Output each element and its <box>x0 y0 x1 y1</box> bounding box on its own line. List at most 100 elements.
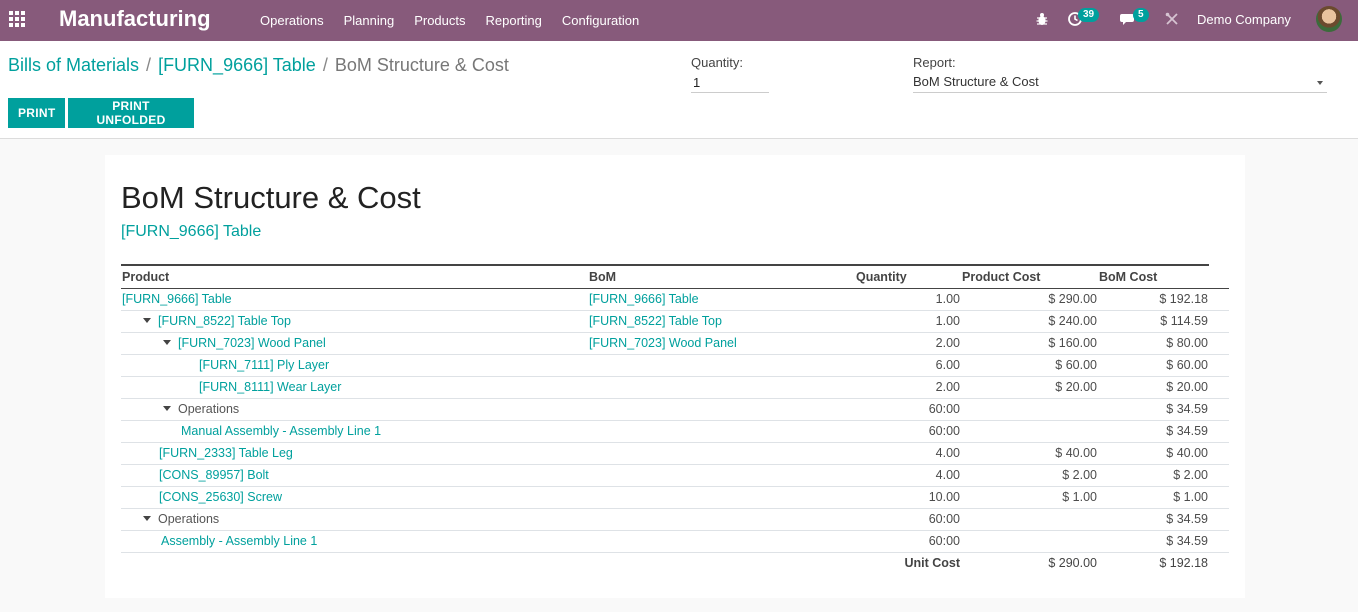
bom-cell <box>588 398 855 421</box>
product-cost-cell: $ 20.00 <box>961 376 1098 399</box>
product-link[interactable]: [FURN_8522] Table Top <box>158 314 291 328</box>
quantity-input[interactable] <box>691 73 769 93</box>
bom-cell <box>588 464 855 487</box>
collapse-caret-icon[interactable] <box>163 340 171 346</box>
column-header-quantity: Quantity <box>855 264 961 289</box>
bom-cost-cell: $ 2.00 <box>1098 464 1209 487</box>
collapse-caret-icon[interactable] <box>143 318 151 324</box>
bom-cell <box>588 530 855 553</box>
apps-menu-icon[interactable] <box>9 11 26 28</box>
breadcrumb-separator: / <box>322 55 328 75</box>
quantity-cell: 2.00 <box>855 332 961 355</box>
product-link[interactable]: [FURN_7111] Ply Layer <box>199 358 329 372</box>
quantity-cell: 2.00 <box>855 376 961 399</box>
breadcrumb-current: BoM Structure & Cost <box>334 55 509 75</box>
message-count-badge: 5 <box>1133 8 1149 22</box>
chevron-down-icon <box>1317 81 1323 85</box>
quantity-cell: 4.00 <box>855 464 961 487</box>
bom-cell <box>588 376 855 399</box>
table-row: [FURN_8522] Table Top [FURN_8522] Table … <box>121 310 1229 333</box>
product-cost-cell: $ 160.00 <box>961 332 1098 355</box>
bom-cell <box>588 354 855 377</box>
quantity-cell: 10.00 <box>855 486 961 509</box>
total-product-cost: $ 290.00 <box>961 551 1098 574</box>
table-row: Manual Assembly - Assembly Line 1 60:00 … <box>121 420 1229 443</box>
quantity-cell: 60:00 <box>855 508 961 531</box>
product-link[interactable]: [CONS_89957] Bolt <box>159 468 269 482</box>
print-button[interactable]: PRINT <box>8 98 65 128</box>
menu-operations[interactable]: Operations <box>250 0 334 41</box>
breadcrumb: Bills of Materials / [FURN_9666] Table /… <box>8 55 509 76</box>
app-brand[interactable]: Manufacturing <box>59 6 211 32</box>
bom-cell <box>588 420 855 443</box>
product-link[interactable]: [FURN_9666] Table <box>122 292 232 306</box>
table-row: Assembly - Assembly Line 1 60:00 $ 34.59 <box>121 530 1229 553</box>
operations-toggle[interactable]: Operations <box>178 402 239 416</box>
menu-products[interactable]: Products <box>404 0 475 41</box>
quantity-cell: 1.00 <box>855 288 961 311</box>
table-row: [FURN_7111] Ply Layer 6.00 $ 60.00 $ 60.… <box>121 354 1229 377</box>
bom-cost-cell: $ 192.18 <box>1098 288 1209 311</box>
bom-cost-cell: $ 114.59 <box>1098 310 1209 333</box>
print-unfolded-button[interactable]: PRINT UNFOLDED <box>68 98 194 128</box>
activity-count-badge: 39 <box>1078 8 1100 22</box>
product-link[interactable]: [CONS_25630] Screw <box>159 490 282 504</box>
breadcrumb-product[interactable]: [FURN_9666] Table <box>158 55 316 76</box>
product-cost-cell: $ 290.00 <box>961 288 1098 311</box>
user-avatar[interactable] <box>1316 6 1342 32</box>
table-row: [CONS_89957] Bolt 4.00 $ 2.00 $ 2.00 <box>121 464 1229 487</box>
bom-link[interactable]: [FURN_7023] Wood Panel <box>589 336 737 350</box>
table-row: [FURN_9666] Table [FURN_9666] Table 1.00… <box>121 288 1229 311</box>
product-link[interactable]: [FURN_2333] Table Leg <box>159 446 293 460</box>
product-link[interactable]: [FURN_8111] Wear Layer <box>199 380 341 394</box>
column-header-bom-cost: BoM Cost <box>1098 264 1209 289</box>
bom-cost-cell: $ 34.59 <box>1098 530 1209 553</box>
total-bom-cost: $ 192.18 <box>1098 551 1209 574</box>
report-select-value: BoM Structure & Cost <box>913 74 1039 89</box>
report-select[interactable]: BoM Structure & Cost <box>913 73 1327 93</box>
product-cost-cell <box>961 530 1098 553</box>
table-row-operations: Operations 60:00 $ 34.59 <box>121 508 1229 531</box>
menu-reporting[interactable]: Reporting <box>476 0 552 41</box>
breadcrumb-separator: / <box>146 55 152 75</box>
bom-cost-cell: $ 34.59 <box>1098 420 1209 443</box>
top-navbar: Manufacturing Operations Planning Produc… <box>0 0 1358 41</box>
quantity-cell: 60:00 <box>855 530 961 553</box>
report-sheet: BoM Structure & Cost [FURN_9666] Table P… <box>105 155 1245 598</box>
collapse-caret-icon[interactable] <box>143 516 151 522</box>
quantity-cell: 60:00 <box>855 420 961 443</box>
bom-link[interactable]: [FURN_9666] Table <box>589 292 699 306</box>
tools-icon[interactable] <box>1165 12 1179 26</box>
control-panel: Bills of Materials / [FURN_9666] Table /… <box>0 41 1358 139</box>
table-row: [FURN_2333] Table Leg 4.00 $ 40.00 $ 40.… <box>121 442 1229 465</box>
bom-cell <box>588 486 855 509</box>
collapse-caret-icon[interactable] <box>163 406 171 412</box>
total-row: Unit Cost $ 290.00 $ 192.18 <box>121 551 1229 574</box>
operation-link[interactable]: Manual Assembly - Assembly Line 1 <box>181 424 381 438</box>
bom-cost-cell: $ 40.00 <box>1098 442 1209 465</box>
report-title: BoM Structure & Cost <box>121 180 421 215</box>
bom-cost-cell: $ 34.59 <box>1098 508 1209 531</box>
product-cost-cell: $ 40.00 <box>961 442 1098 465</box>
table-header-row: Product BoM Quantity Product Cost BoM Co… <box>121 264 1229 289</box>
report-subtitle-product-link[interactable]: [FURN_9666] Table <box>121 223 261 241</box>
menu-planning[interactable]: Planning <box>334 0 405 41</box>
menu-configuration[interactable]: Configuration <box>552 0 649 41</box>
bom-cost-cell: $ 60.00 <box>1098 354 1209 377</box>
bom-cost-cell: $ 1.00 <box>1098 486 1209 509</box>
company-switcher[interactable]: Demo Company <box>1197 12 1291 27</box>
operation-link[interactable]: Assembly - Assembly Line 1 <box>161 534 317 548</box>
quantity-cell: 6.00 <box>855 354 961 377</box>
bom-link[interactable]: [FURN_8522] Table Top <box>589 314 722 328</box>
product-link[interactable]: [FURN_7023] Wood Panel <box>178 336 326 350</box>
bom-cell <box>588 508 855 531</box>
table-row: [FURN_8111] Wear Layer 2.00 $ 20.00 $ 20… <box>121 376 1229 399</box>
quantity-label: Quantity: <box>691 55 744 70</box>
column-header-product-cost: Product Cost <box>961 264 1098 289</box>
unit-cost-label: Unit Cost <box>855 551 961 574</box>
breadcrumb-bills-of-materials[interactable]: Bills of Materials <box>8 55 139 76</box>
table-row: [FURN_7023] Wood Panel [FURN_7023] Wood … <box>121 332 1229 355</box>
operations-toggle[interactable]: Operations <box>158 512 219 526</box>
bom-cell <box>588 442 855 465</box>
debug-bug-icon[interactable] <box>1036 12 1048 26</box>
